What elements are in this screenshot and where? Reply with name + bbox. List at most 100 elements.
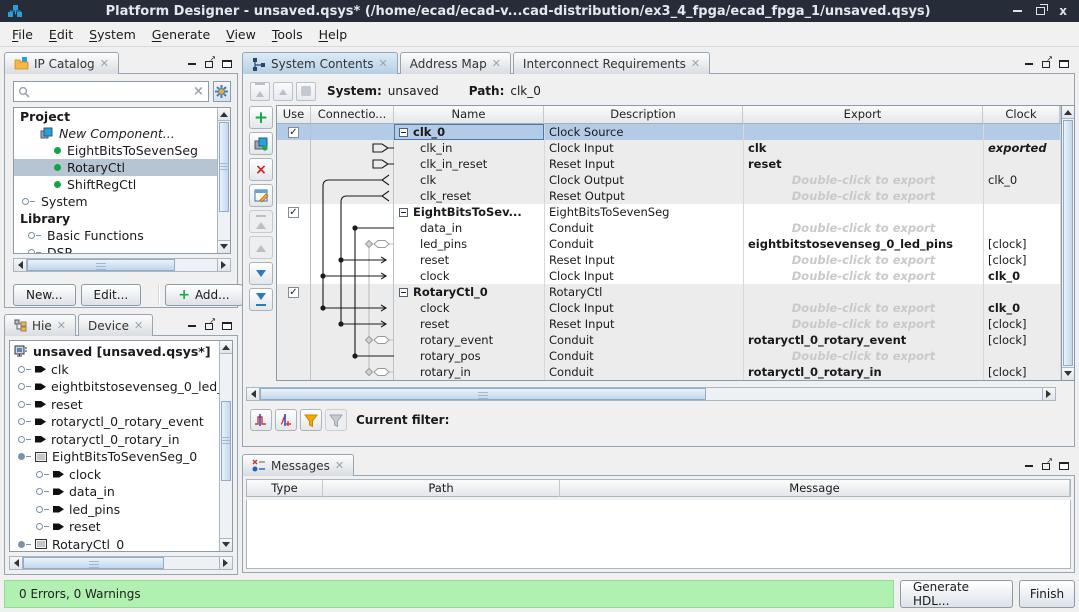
clock-cell[interactable]: clk_0 [983, 268, 1060, 284]
menu-item-system[interactable]: System [81, 24, 144, 45]
table-row[interactable]: clock Clock Input Double-click to export… [277, 300, 1061, 316]
tab-interconnect-requirements[interactable]: Interconnect Requirements ✕ [513, 52, 710, 74]
column-header-use[interactable]: Use [277, 106, 311, 124]
hierarchy-port-clk[interactable]: clk [14, 361, 219, 379]
messages-column-type[interactable]: Type [247, 480, 323, 497]
export-cell[interactable]: Double-click to export [743, 316, 983, 332]
hierarchy-port-eightbitstosevenseg_0_led_[interactable]: eightbitstosevenseg_0_led_ [14, 378, 219, 396]
move-up-level-button[interactable] [250, 82, 270, 101]
table-row[interactable]: rotary_pos Conduit Double-click to expor… [277, 348, 1061, 364]
move-to-top-button[interactable] [249, 210, 273, 233]
export-cell[interactable]: Double-click to export [743, 172, 983, 188]
expand-icon[interactable] [36, 523, 43, 530]
use-checkbox[interactable]: ✓ [288, 287, 299, 298]
hierarchy-port-led_pins[interactable]: led_pins [36, 501, 219, 519]
export-cell[interactable]: rotaryctl_0_rotary_event [743, 332, 983, 348]
tab-address-map[interactable]: Address Map ✕ [400, 52, 511, 74]
table-header[interactable]: UseConnectio...NameDescriptionExportCloc… [277, 106, 1061, 124]
export-cell[interactable]: Double-click to export [743, 188, 983, 204]
hierarchy-root[interactable]: unsaved [unsaved.qsys*] [14, 343, 219, 361]
filter-button[interactable] [300, 409, 322, 431]
move-up-button[interactable] [273, 82, 293, 101]
clear-search-icon[interactable]: × [193, 84, 204, 99]
column-header-name[interactable]: Name [394, 106, 544, 124]
move-down-row-button[interactable] [249, 262, 273, 285]
expand-icon[interactable] [18, 366, 25, 373]
menu-item-help[interactable]: Help [311, 24, 356, 45]
export-cell[interactable]: reset [743, 156, 983, 172]
menu-item-file[interactable]: File [4, 24, 41, 45]
export-cell[interactable] [743, 124, 983, 140]
ip-settings-button[interactable] [213, 81, 231, 102]
column-header-clock[interactable]: Clock [983, 106, 1060, 124]
maximize-panel-icon[interactable] [222, 322, 232, 330]
restore-window-icon[interactable] [1036, 7, 1045, 15]
collapse-row-icon[interactable] [399, 288, 408, 297]
collapse-row-icon[interactable] [399, 128, 408, 137]
move-to-bottom-button[interactable] [249, 288, 273, 311]
table-row[interactable]: reset Reset Input Double-click to export… [277, 316, 1061, 332]
export-cell[interactable] [743, 204, 983, 220]
export-cell[interactable]: clk [743, 140, 983, 156]
export-cell[interactable]: Double-click to export [743, 300, 983, 316]
maximize-panel-icon[interactable] [1059, 60, 1069, 68]
table-horizontal-scrollbar[interactable] [246, 387, 1056, 401]
ip-search-input[interactable] [34, 85, 189, 99]
clock-cell[interactable]: [clock] [983, 332, 1060, 348]
hierarchy-component-RotaryCtl_0[interactable]: RotaryCtl_0 [14, 536, 219, 553]
ip-tree-library-node[interactable]: DSP [14, 244, 217, 254]
menu-item-view[interactable]: View [218, 24, 264, 45]
expand-icon[interactable] [18, 401, 25, 408]
export-cell[interactable]: Double-click to export [743, 220, 983, 236]
clock-cell[interactable] [983, 284, 1060, 300]
menu-item-tools[interactable]: Tools [264, 24, 311, 45]
new-component-button[interactable]: New... [13, 284, 76, 306]
move-up-row-button[interactable] [249, 236, 273, 259]
messages-column-path[interactable]: Path [323, 480, 560, 497]
export-cell[interactable] [743, 284, 983, 300]
minimize-panel-icon[interactable] [1025, 63, 1033, 65]
table-row[interactable]: ✓ clk_0 Clock Source [277, 124, 1061, 140]
tab-device[interactable]: Device ✕ [78, 314, 153, 336]
table-row[interactable]: clk_in Clock Input clk exported [277, 140, 1061, 156]
clock-cell[interactable] [983, 220, 1060, 236]
hierarchy-tree[interactable]: unsaved [unsaved.qsys*] clk eightbitstos… [9, 340, 233, 552]
show-clock-domains-button[interactable] [250, 409, 272, 431]
expand-icon[interactable] [18, 418, 25, 425]
clock-cell[interactable]: exported [983, 140, 1060, 156]
column-header-export[interactable]: Export [743, 106, 983, 124]
ip-tree-item-eightbitstosevenseg[interactable]: EightBitsToSevenSeg [14, 142, 217, 159]
tab-hierarchy[interactable]: Hie ✕ [4, 314, 76, 336]
expand-icon[interactable] [28, 249, 35, 254]
float-panel-icon[interactable] [1042, 463, 1050, 470]
close-window-icon[interactable]: x [1059, 6, 1067, 16]
expand-icon[interactable] [18, 383, 25, 390]
tab-ip-catalog[interactable]: IP Catalog ✕ [4, 52, 119, 74]
clock-cell[interactable] [983, 124, 1060, 140]
messages-column-message[interactable]: Message [560, 480, 1070, 497]
clock-cell[interactable]: [clock] [983, 252, 1060, 268]
close-tab-icon[interactable]: ✕ [100, 57, 109, 70]
table-row[interactable]: clk_reset Reset Output Double-click to e… [277, 188, 1061, 204]
ip-search-box[interactable]: × [13, 81, 209, 102]
export-cell[interactable]: Double-click to export [743, 268, 983, 284]
table-row[interactable]: rotary_event Conduit rotaryctl_0_rotary_… [277, 332, 1061, 348]
minimize-panel-icon[interactable] [1025, 465, 1033, 467]
menu-item-generate[interactable]: Generate [144, 24, 218, 45]
minimize-window-icon[interactable] [1013, 10, 1022, 12]
generate-hdl-button[interactable]: Generate HDL... [900, 580, 1013, 608]
clock-cell[interactable] [983, 348, 1060, 364]
maximize-panel-icon[interactable] [1059, 462, 1069, 470]
clear-filter-button[interactable] [325, 409, 347, 431]
ip-tree-horizontal-scrollbar[interactable] [13, 258, 231, 272]
ip-tree-item-rotaryctl[interactable]: RotaryCtl [14, 159, 217, 176]
add-component-button[interactable]: +Add... [165, 284, 242, 306]
clock-cell[interactable]: clk_0 [983, 300, 1060, 316]
minimize-panel-icon[interactable] [188, 325, 196, 327]
ip-tree-item-shiftregctl[interactable]: ShiftRegCtl [14, 176, 217, 193]
finish-button[interactable]: Finish [1019, 580, 1075, 608]
minimize-panel-icon[interactable] [188, 63, 196, 65]
expand-icon[interactable] [28, 232, 35, 239]
float-panel-icon[interactable] [205, 61, 213, 68]
add-ip-button[interactable]: + [249, 106, 273, 129]
